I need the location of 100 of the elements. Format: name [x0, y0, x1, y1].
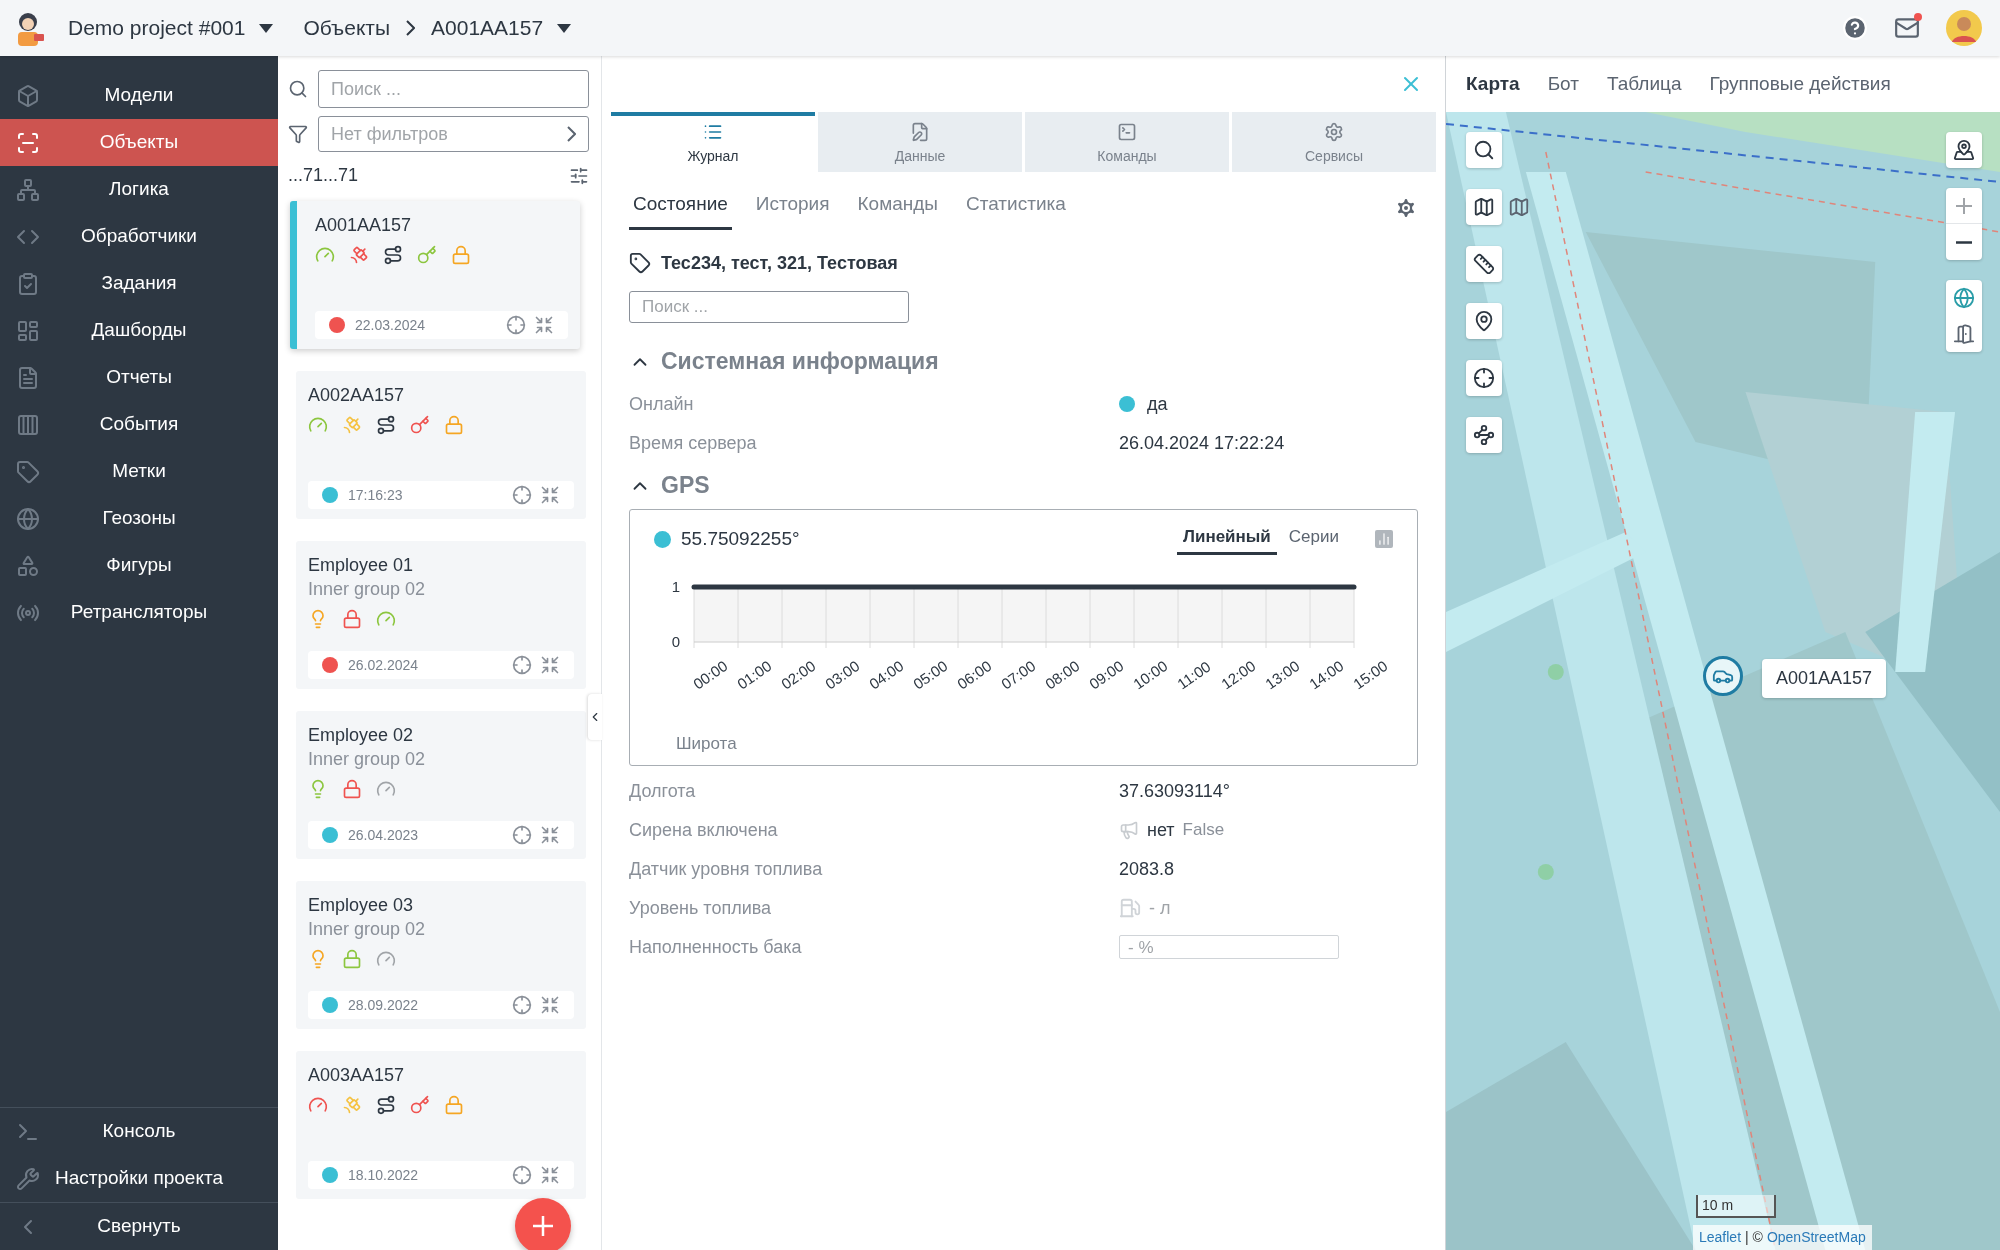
- sub-tab[interactable]: Команды: [853, 190, 942, 230]
- sub-tab[interactable]: История: [751, 190, 834, 230]
- section-title[interactable]: Системная информация: [661, 344, 939, 379]
- help-icon[interactable]: [1842, 15, 1868, 41]
- leaflet-link[interactable]: Leaflet: [1699, 1227, 1742, 1248]
- sidebar-item[interactable]: Геозоны: [0, 495, 278, 542]
- mail-icon[interactable]: [1894, 15, 1920, 41]
- object-card[interactable]: A003AA157 18.10.2022: [296, 1051, 586, 1199]
- row-value: да: [1147, 392, 1168, 416]
- chart-mode-tab[interactable]: Линейный: [1177, 523, 1277, 555]
- sidebar-item[interactable]: Ретрансляторы: [0, 589, 278, 636]
- sub-tab[interactable]: Состояние: [629, 190, 732, 230]
- sidebar-item[interactable]: Консоль: [0, 1108, 278, 1155]
- chevron-right-icon: [567, 126, 576, 142]
- ruler-icon: [1473, 253, 1495, 275]
- sidebar-item[interactable]: Отчеты: [0, 354, 278, 401]
- geo-button[interactable]: [1946, 132, 1982, 168]
- row-label: Время сервера: [629, 431, 757, 455]
- project-name[interactable]: Demo project #001: [68, 12, 246, 44]
- document-icon: [16, 365, 40, 390]
- crosshair-icon[interactable]: [506, 315, 526, 335]
- route-button[interactable]: [1466, 417, 1502, 453]
- object-name: Employee 02: [308, 724, 415, 747]
- object-date: 17:16:23: [348, 485, 403, 505]
- object-name: A001AA157: [315, 214, 413, 237]
- section-title[interactable]: GPS: [661, 468, 710, 503]
- sidebar-item[interactable]: Фигуры: [0, 542, 278, 589]
- ruler-button[interactable]: [1466, 246, 1502, 282]
- crosshair-icon[interactable]: [512, 655, 532, 675]
- row-label: Наполненность бака: [629, 935, 802, 959]
- shrink-icon[interactable]: [534, 315, 554, 335]
- sub-tab[interactable]: Статистика: [962, 190, 1070, 230]
- tank-level-field[interactable]: - %: [1119, 935, 1339, 960]
- row-note: False: [1182, 819, 1225, 842]
- clipboard-check-icon: [16, 271, 40, 296]
- sidebar-item[interactable]: Дашборды: [0, 307, 278, 354]
- shrink-icon[interactable]: [540, 995, 560, 1015]
- object-card[interactable]: A002AA157 17:16:23: [296, 371, 586, 519]
- sidebar-item[interactable]: Объекты: [0, 119, 278, 166]
- route-icon: [1473, 424, 1495, 446]
- shrink-icon[interactable]: [540, 655, 560, 675]
- object-card[interactable]: Employee 01 Inner group 02 26.02.2024: [296, 541, 586, 689]
- breadcrumb-current[interactable]: A001AA157: [431, 12, 544, 44]
- sidebar-item[interactable]: Настройки проекта: [0, 1155, 278, 1202]
- openstreetmap-link[interactable]: OpenStreetMap: [1766, 1227, 1866, 1248]
- sidebar-item[interactable]: Метки: [0, 448, 278, 495]
- object-group: Inner group 02: [308, 577, 574, 601]
- row-label: Онлайн: [629, 392, 694, 416]
- tag-list: Тес234, тест, 321, Тестовая: [661, 249, 898, 277]
- map-search-button[interactable]: [1466, 132, 1502, 168]
- object-name: A003AA157: [308, 1064, 406, 1087]
- map-icon: [1473, 196, 1495, 218]
- object-card[interactable]: Employee 02 Inner group 02 26.04.2023: [296, 711, 586, 859]
- search-icon: [1473, 139, 1495, 161]
- layers-button[interactable]: [1466, 189, 1502, 225]
- sidebar-item[interactable]: Свернуть: [0, 1203, 278, 1250]
- door-icon: [1953, 323, 1975, 345]
- object-date: 26.02.2024: [348, 655, 419, 675]
- sidebar-item[interactable]: Задания: [0, 260, 278, 307]
- shrink-icon[interactable]: [540, 1165, 560, 1185]
- add-button[interactable]: [515, 1198, 571, 1250]
- shapes-icon: [16, 553, 40, 578]
- pin-button[interactable]: [1466, 303, 1502, 339]
- crosshair-icon[interactable]: [512, 1165, 532, 1185]
- sidebar-item[interactable]: Логика: [0, 166, 278, 213]
- y-tick-label: 1: [671, 578, 680, 595]
- object-group: Inner group 02: [308, 747, 574, 771]
- sidebar-item[interactable]: Обработчики: [0, 213, 278, 260]
- user-avatar[interactable]: [1946, 10, 1982, 46]
- sliders-icon[interactable]: [569, 165, 589, 186]
- filter-icon: [288, 124, 308, 144]
- shrink-icon[interactable]: [540, 825, 560, 845]
- crosshair-icon[interactable]: [512, 485, 532, 505]
- search-field[interactable]: Поиск ...: [629, 290, 909, 323]
- y-tick-label: 0: [671, 633, 680, 650]
- shrink-icon[interactable]: [540, 485, 560, 505]
- map-tab[interactable]: Карта: [1466, 69, 1520, 99]
- crosshair-icon[interactable]: [512, 825, 532, 845]
- crosshair-icon[interactable]: [512, 995, 532, 1015]
- map-icon[interactable]: [1508, 196, 1530, 218]
- sidebar-item[interactable]: События: [0, 401, 278, 448]
- caret-icon[interactable]: [557, 23, 572, 33]
- search-field[interactable]: Поиск ...: [318, 70, 589, 108]
- collapse-handle[interactable]: [588, 694, 602, 740]
- row-value: нет: [1147, 818, 1175, 842]
- map-tab[interactable]: Таблица: [1606, 69, 1682, 99]
- chart-mode-tab[interactable]: Серии: [1282, 523, 1345, 555]
- caret-icon[interactable]: [259, 23, 274, 33]
- object-date: 28.09.2022: [348, 995, 419, 1015]
- object-card[interactable]: A001AA157 22.03.2024: [290, 201, 580, 349]
- document-edit-icon: [910, 121, 930, 142]
- map-tab[interactable]: Бот: [1547, 69, 1579, 99]
- locate-button[interactable]: [1466, 360, 1502, 396]
- breadcrumb-link[interactable]: Объекты: [303, 12, 391, 44]
- minus-icon: [1956, 240, 1972, 244]
- object-name: Employee 01: [308, 554, 415, 577]
- sidebar-item[interactable]: Модели: [0, 72, 278, 119]
- search-icon: [288, 79, 308, 99]
- object-card[interactable]: Employee 03 Inner group 02 28.09.2022: [296, 881, 586, 1029]
- map-tab[interactable]: Групповые действия: [1709, 69, 1891, 99]
